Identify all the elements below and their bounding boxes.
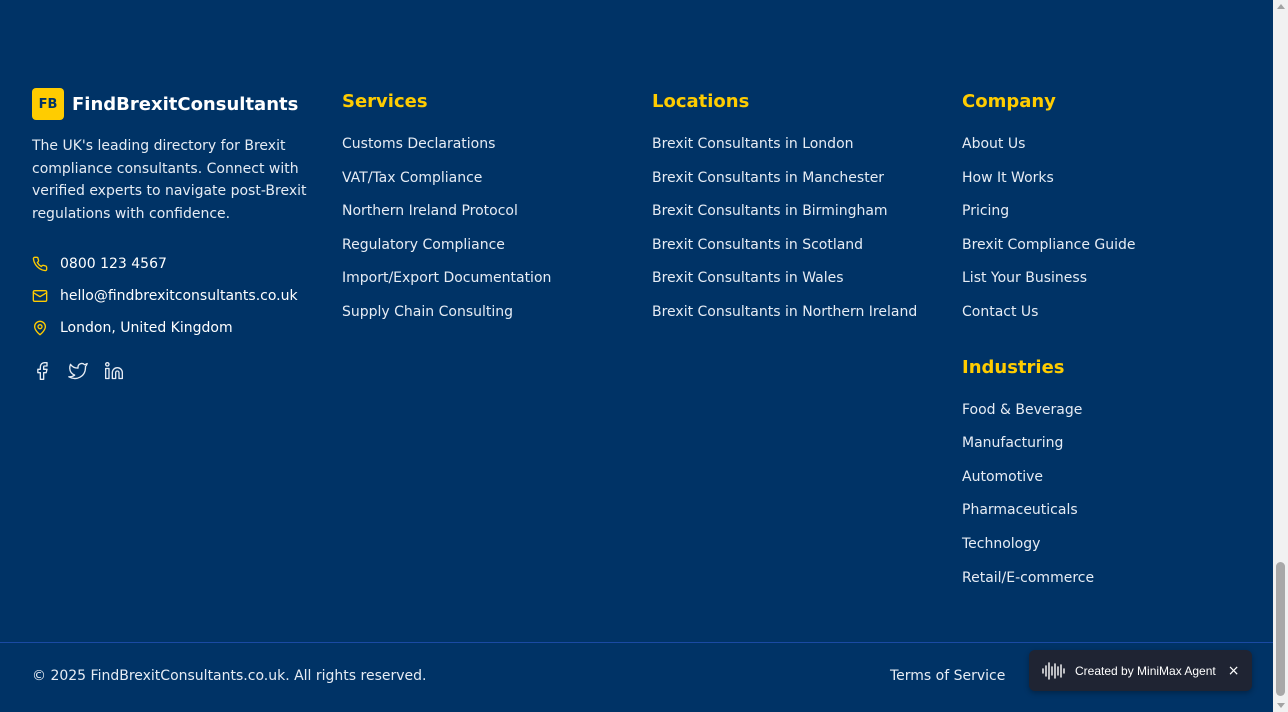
email-address: hello@findbrexitconsultants.co.uk: [60, 288, 298, 305]
site-footer: FB FindBrexitConsultants The UK's leadin…: [0, 0, 1273, 712]
minimax-agent-badge[interactable]: Created by MiniMax Agent ×: [1029, 650, 1252, 691]
locations-link[interactable]: Brexit Consultants in Northern Ireland: [652, 296, 942, 330]
locations-link[interactable]: Brexit Consultants in Manchester: [652, 162, 942, 196]
mail-icon: [32, 290, 48, 303]
company-link[interactable]: About Us: [962, 128, 1252, 162]
services-link[interactable]: Customs Declarations: [342, 128, 622, 162]
company-link[interactable]: How It Works: [962, 162, 1252, 196]
industries-link[interactable]: Pharmaceuticals: [962, 494, 1252, 528]
locations-link[interactable]: Brexit Consultants in Scotland: [652, 229, 942, 263]
twitter-icon[interactable]: [68, 361, 88, 381]
company-heading: Company: [962, 91, 1056, 112]
locations-link[interactable]: Brexit Consultants in Birmingham: [652, 195, 942, 229]
industries-link[interactable]: Food & Beverage: [962, 394, 1252, 428]
contact-location: London, United Kingdom: [32, 312, 317, 344]
linkedin-icon[interactable]: [104, 361, 124, 381]
company-link[interactable]: Contact Us: [962, 296, 1252, 330]
company-links: About Us How It Works Pricing Brexit Com…: [962, 128, 1252, 330]
services-links: Customs Declarations VAT/Tax Compliance …: [342, 128, 622, 330]
contact-phone[interactable]: 0800 123 4567: [32, 248, 317, 280]
waveform-icon: [1042, 661, 1065, 680]
industries-links: Food & Beverage Manufacturing Automotive…: [962, 394, 1252, 596]
company-link[interactable]: List Your Business: [962, 262, 1252, 296]
location-text: London, United Kingdom: [60, 320, 233, 337]
close-icon[interactable]: ×: [1228, 663, 1240, 679]
locations-links: Brexit Consultants in London Brexit Cons…: [652, 128, 942, 330]
services-column: Services Customs Declarations VAT/Tax Co…: [342, 88, 622, 330]
scroll-down-arrow-icon[interactable]: [1277, 703, 1285, 708]
map-pin-icon: [34, 321, 46, 336]
facebook-icon[interactable]: [32, 361, 52, 381]
services-link[interactable]: VAT/Tax Compliance: [342, 162, 622, 196]
social-links: [32, 361, 317, 381]
locations-link[interactable]: Brexit Consultants in London: [652, 128, 942, 162]
industries-heading: Industries: [962, 356, 1065, 378]
services-link[interactable]: Regulatory Compliance: [342, 229, 622, 263]
services-link[interactable]: Supply Chain Consulting: [342, 296, 622, 330]
industries-link[interactable]: Automotive: [962, 461, 1252, 495]
contact-email[interactable]: hello@findbrexitconsultants.co.uk: [32, 280, 317, 312]
logo-badge: FB: [32, 88, 64, 120]
footer-divider: [0, 642, 1273, 643]
services-link[interactable]: Northern Ireland Protocol: [342, 195, 622, 229]
locations-heading: Locations: [652, 91, 750, 112]
page-scrollbar[interactable]: [1273, 0, 1288, 712]
services-heading: Services: [342, 91, 428, 112]
brand-column: FB FindBrexitConsultants The UK's leadin…: [32, 88, 317, 381]
services-link[interactable]: Import/Export Documentation: [342, 262, 622, 296]
copyright-text: © 2025 FindBrexitConsultants.co.uk. All …: [32, 668, 427, 684]
agent-badge-text: Created by MiniMax Agent: [1075, 663, 1216, 678]
company-link[interactable]: Pricing: [962, 195, 1252, 229]
scroll-up-arrow-icon[interactable]: [1277, 4, 1285, 9]
industries-link[interactable]: Manufacturing: [962, 427, 1252, 461]
brand-description: The UK's leading directory for Brexit co…: [32, 138, 307, 222]
company-column: Company About Us How It Works Pricing Br…: [962, 88, 1252, 595]
terms-of-service-link[interactable]: Terms of Service: [890, 668, 1005, 684]
contact-list: 0800 123 4567 hello@findbrexitconsultant…: [32, 248, 317, 344]
phone-icon: [32, 257, 48, 272]
brand-name: FindBrexitConsultants: [72, 93, 299, 115]
locations-column: Locations Brexit Consultants in London B…: [652, 88, 942, 330]
phone-number: 0800 123 4567: [60, 256, 167, 273]
scrollbar-thumb[interactable]: [1276, 562, 1285, 696]
brand-logo-link[interactable]: FB FindBrexitConsultants: [32, 88, 317, 120]
company-link[interactable]: Brexit Compliance Guide: [962, 229, 1252, 263]
locations-link[interactable]: Brexit Consultants in Wales: [652, 262, 942, 296]
industries-link[interactable]: Retail/E-commerce: [962, 562, 1252, 596]
industries-link[interactable]: Technology: [962, 528, 1252, 562]
